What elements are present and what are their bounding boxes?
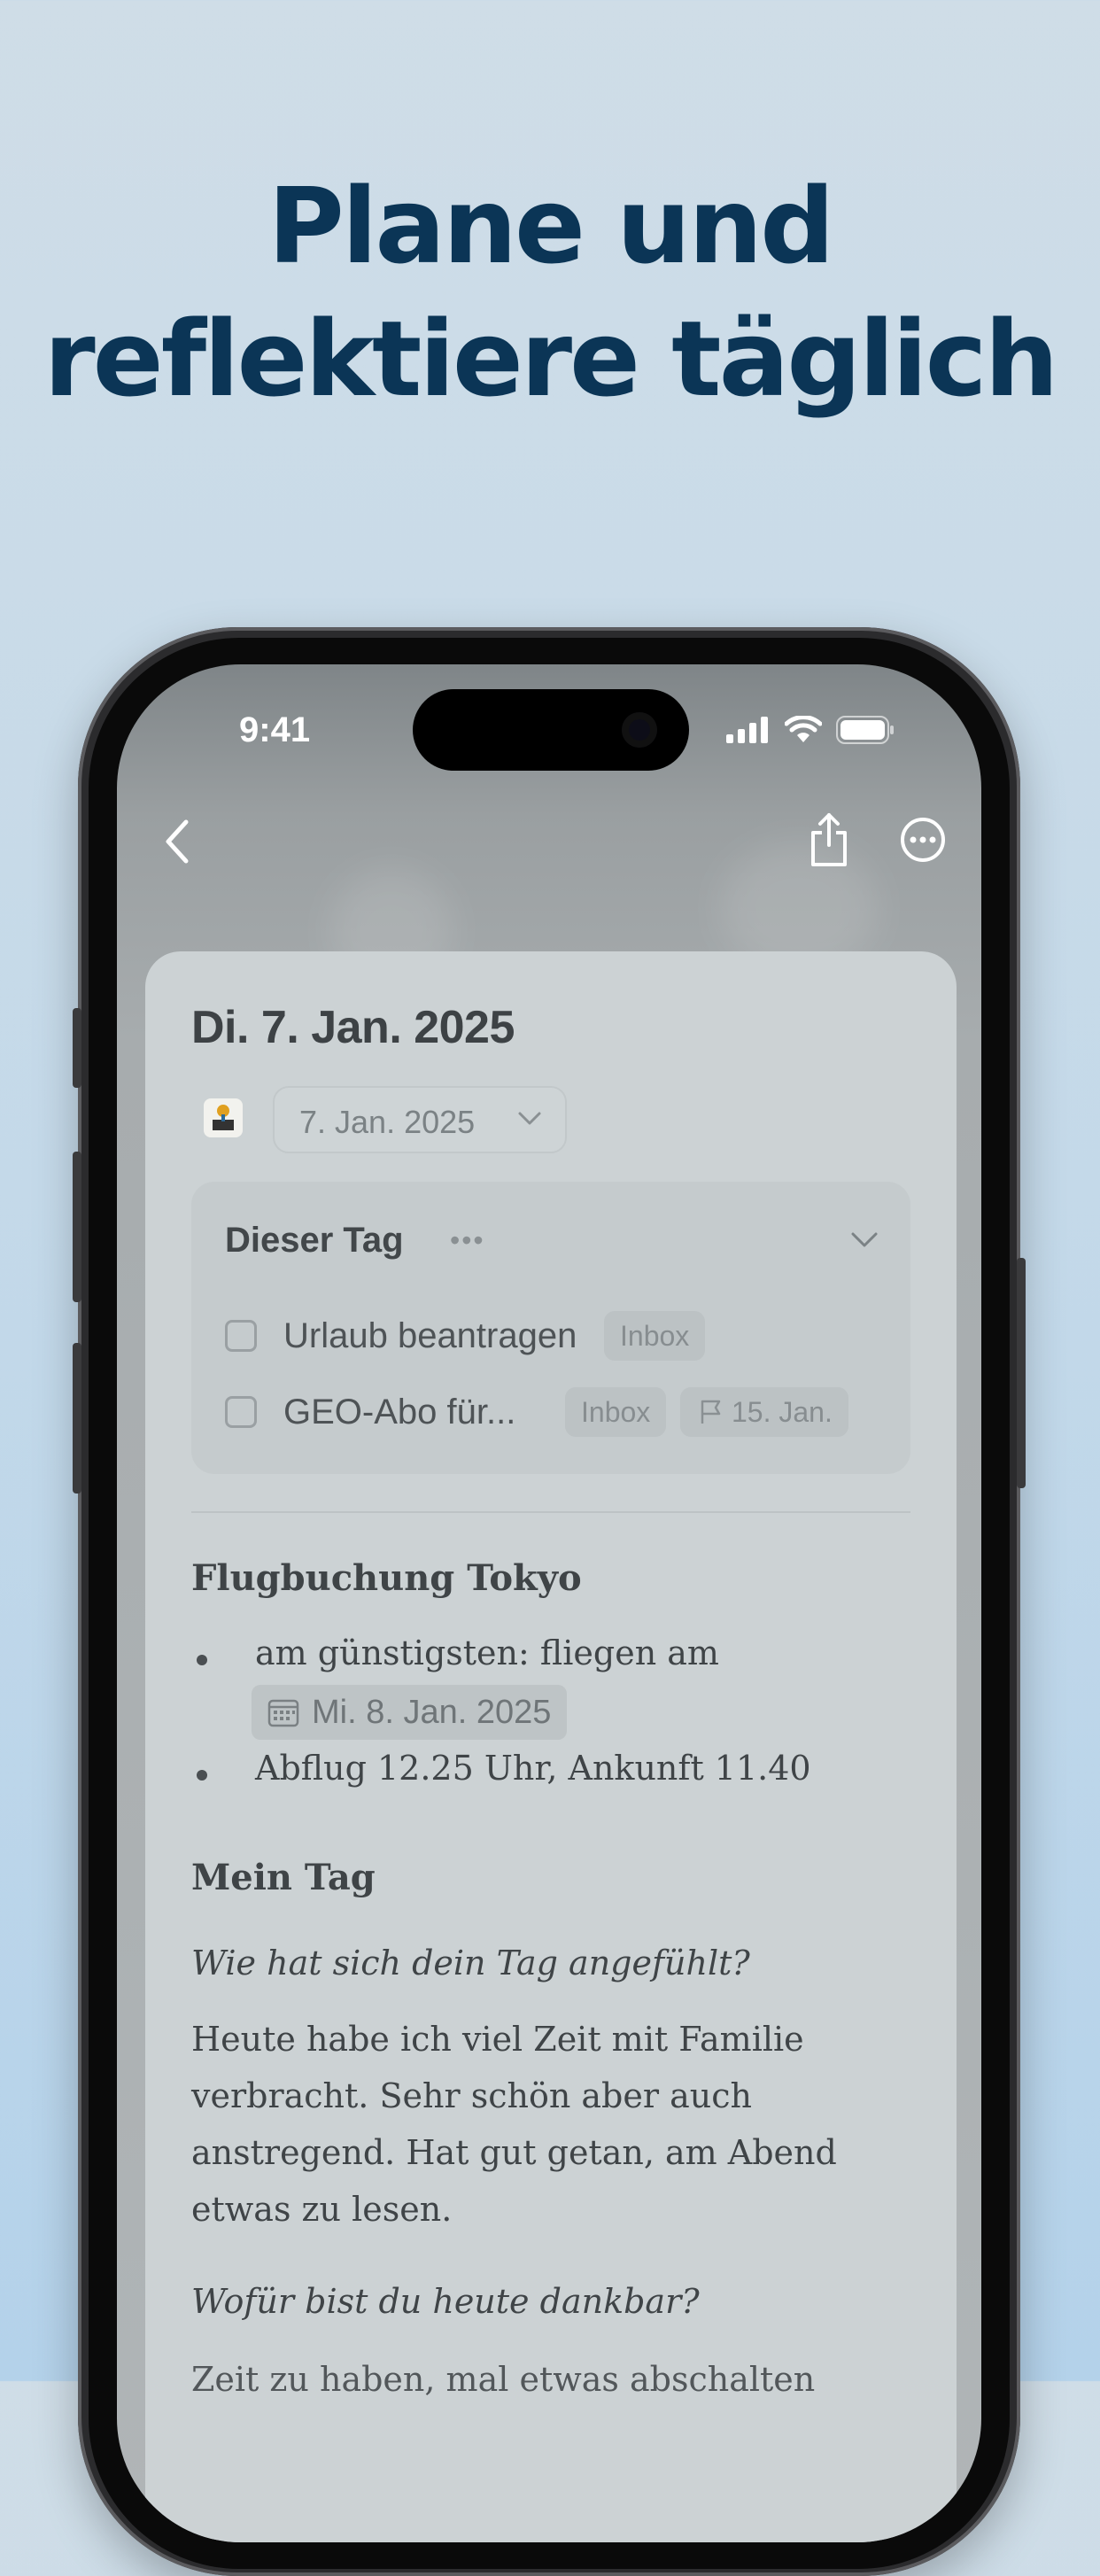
date-picker[interactable]: 7. Jan. 2025 xyxy=(273,1086,567,1153)
marketing-headline: Plane und reflektiere täglich xyxy=(0,159,1100,425)
dynamic-island xyxy=(413,689,689,771)
status-icons xyxy=(726,712,895,748)
section-heading-flight: Flugbuchung Tokyo xyxy=(191,1557,582,1599)
phone-volume-down-button xyxy=(73,1343,81,1494)
headline-line-1: Plane und xyxy=(267,165,834,287)
bullet xyxy=(197,1655,207,1665)
task-tag[interactable]: Inbox xyxy=(565,1387,667,1437)
chevron-left-icon[interactable] xyxy=(158,817,197,866)
task-checkbox[interactable] xyxy=(225,1396,257,1428)
phone-volume-up-button xyxy=(73,1152,81,1302)
note-title: Di. 7. Jan. 2025 xyxy=(191,1002,515,1053)
headline-line-2: reflektiere täglich xyxy=(43,298,1058,420)
journal-question: Wie hat sich dein Tag angefühlt? xyxy=(191,1944,750,1982)
bullet-text: Abflug 12.25 Uhr, Ankunft 11.40 xyxy=(255,1749,811,1788)
phone-action-button xyxy=(73,1008,81,1088)
calendar-icon xyxy=(267,1699,299,1727)
phone-screen: 9:41 Di. 7. Jan. 2025 7. Jan. 2025 Diese… xyxy=(117,664,981,2542)
chevron-down-icon xyxy=(518,1112,541,1125)
journal-question: Wofür bist du heute dankbar? xyxy=(191,2282,700,2321)
date-picker-value: 7. Jan. 2025 xyxy=(299,1104,476,1140)
today-section-title: Dieser Tag xyxy=(225,1221,404,1260)
battery-icon xyxy=(836,716,894,744)
status-time: 9:41 xyxy=(239,710,311,749)
front-camera xyxy=(622,712,657,748)
task-row: GEO-Abo für... xyxy=(225,1385,515,1439)
task-due-date[interactable]: 15. Jan. xyxy=(680,1387,848,1437)
divider xyxy=(191,1511,910,1513)
chevron-down-icon[interactable] xyxy=(850,1231,879,1249)
task-tag[interactable]: Inbox xyxy=(604,1311,706,1361)
bullet-text: am günstigsten: fliegen am xyxy=(255,1633,719,1672)
journal-answer-line: etwas zu lesen. xyxy=(191,2190,453,2229)
share-icon[interactable] xyxy=(808,811,850,868)
task-checkbox[interactable] xyxy=(225,1320,257,1352)
date-mention-label: Mi. 8. Jan. 2025 xyxy=(312,1693,552,1731)
note-emoji-icon[interactable] xyxy=(204,1098,243,1137)
journal-answer: Heute habe ich viel Zeit mit Familie ver… xyxy=(191,2011,900,2238)
task-due-label: 15. Jan. xyxy=(732,1396,833,1428)
section-heading-day: Mein Tag xyxy=(191,1857,376,1898)
today-section: Dieser Tag ••• Urlaub beantragen Inbox G… xyxy=(191,1182,910,1474)
wifi-icon xyxy=(785,716,822,742)
date-mention-chip[interactable]: Mi. 8. Jan. 2025 xyxy=(252,1685,568,1740)
flag-icon xyxy=(701,1400,721,1424)
journal-answer-line: Heute habe ich viel Zeit mit Familie xyxy=(191,2020,804,2059)
task-label[interactable]: Urlaub beantragen xyxy=(283,1316,577,1356)
phone-power-button xyxy=(1017,1258,1026,1488)
journal-answer-line: verbracht. Sehr schön aber auch xyxy=(191,2076,752,2115)
ellipsis-circle-icon[interactable] xyxy=(900,817,946,863)
cellular-signal-icon xyxy=(726,717,768,743)
note-card: Di. 7. Jan. 2025 7. Jan. 2025 Dieser Tag… xyxy=(145,951,957,2542)
journal-answer-line: anstregend. Hat gut getan, am Abend xyxy=(191,2133,837,2172)
bullet xyxy=(197,1770,207,1781)
task-row: Urlaub beantragen xyxy=(225,1309,577,1362)
journal-answer-partial: Zeit zu haben, mal etwas abschalten xyxy=(191,2360,816,2399)
task-label[interactable]: GEO-Abo für... xyxy=(283,1393,515,1432)
today-section-more-button[interactable]: ••• xyxy=(450,1224,485,1257)
